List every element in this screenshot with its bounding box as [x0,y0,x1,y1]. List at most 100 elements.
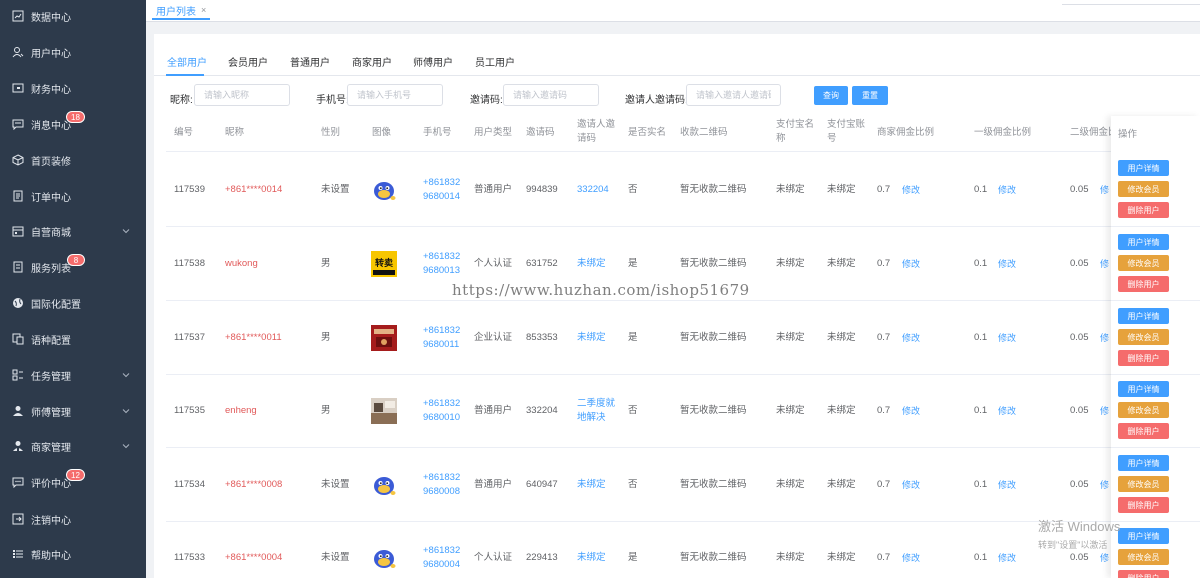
edit-member-button[interactable]: 修改会员 [1118,181,1169,197]
edit-level2-ratio-link[interactable]: 修 [1100,183,1109,196]
tab-member-users[interactable]: 会员用户 [228,54,268,69]
inviter-code[interactable]: 未绑定 [577,331,606,345]
edit-level2-ratio-link[interactable]: 修 [1100,404,1109,417]
user-detail-button[interactable]: 用户详情 [1118,160,1169,176]
sidebar-item-12[interactable]: 商家管理 [0,432,146,460]
inviter-line1: 未绑定 [577,479,606,490]
tab-user-list[interactable]: 用户列表 × [152,2,211,20]
phone-input[interactable] [347,84,443,106]
inviter-code[interactable]: 未绑定 [577,478,606,492]
edit-level1-ratio-link[interactable]: 修改 [998,404,1016,417]
edit-level1-ratio-link[interactable]: 修改 [998,478,1016,491]
sidebar-item-10[interactable]: 任务管理 [0,361,146,389]
sidebar-item-2[interactable]: 财务中心 [0,74,146,102]
edit-level2-ratio-link[interactable]: 修 [1100,551,1109,564]
chevron-down-icon[interactable] [122,407,130,415]
inviter-line1: 二季度就 [577,398,616,409]
level1-ratio: 0.1 [974,332,988,343]
edit-member-button[interactable]: 修改会员 [1118,402,1169,418]
edit-level1-ratio-link[interactable]: 修改 [998,331,1016,344]
delete-user-button[interactable]: 删除用户 [1118,570,1169,578]
reset-button[interactable]: 重置 [852,86,888,105]
sidebar-item-14[interactable]: 注销中心 [0,505,146,533]
chevron-down-icon[interactable] [122,371,130,379]
edit-member-button[interactable]: 修改会员 [1118,255,1169,271]
user-phone[interactable]: +861832 9680010 [423,397,460,425]
sidebar-item-0[interactable]: 数据中心 [0,2,146,30]
delete-user-button[interactable]: 删除用户 [1118,202,1169,218]
edit-member-button[interactable]: 修改会员 [1118,329,1169,345]
edit-level2-ratio-link[interactable]: 修 [1100,331,1109,344]
tab-master-users[interactable]: 师傅用户 [413,54,453,69]
user-detail-button[interactable]: 用户详情 [1118,381,1169,397]
close-icon[interactable]: × [201,5,206,15]
user-phone[interactable]: +861832 9680008 [423,471,460,499]
tab-normal-users[interactable]: 普通用户 [290,54,330,69]
delete-user-button[interactable]: 删除用户 [1118,423,1169,439]
globe-icon [12,297,24,309]
chevron-down-icon[interactable] [122,227,130,235]
sidebar-item-11[interactable]: 师傅管理 [0,397,146,425]
user-qrcode: 暂无收款二维码 [680,479,747,490]
user-phone[interactable]: +861832 9680004 [423,544,460,572]
delete-user-button[interactable]: 删除用户 [1118,350,1169,366]
sidebar-item-7[interactable]: 服务列表 8 [0,253,146,281]
user-phone[interactable]: +861832 9680013 [423,250,460,278]
edit-level1-ratio-link[interactable]: 修改 [998,257,1016,270]
inviter-code[interactable]: 未绑定 [577,257,606,271]
delete-user-button[interactable]: 删除用户 [1118,276,1169,292]
sidebar-item-6[interactable]: 自营商城 [0,217,146,245]
user-detail-button[interactable]: 用户详情 [1118,455,1169,471]
edit-level2-ratio-link[interactable]: 修 [1100,257,1109,270]
user-type: 企业认证 [474,332,513,343]
sidebar-item-label: 语种配置 [31,335,71,347]
user-phone[interactable]: +861832 9680011 [423,324,460,352]
edit-merchant-ratio-link[interactable]: 修改 [902,257,920,270]
user-nickname: wukong [225,258,258,269]
sidebar-item-4[interactable]: 首页装修 [0,146,146,174]
sidebar-item-15[interactable]: 帮助中心 [0,540,146,568]
user-alipay-name: 未绑定 [776,479,805,490]
user-type: 普通用户 [474,405,513,416]
edit-merchant-ratio-link[interactable]: 修改 [902,551,920,564]
inviter-code[interactable]: 二季度就 地解决 [577,397,615,425]
inviter-code[interactable]: 332204 [577,183,609,197]
col-alipay-name: 支付宝名称 [776,118,814,146]
edit-merchant-ratio-link[interactable]: 修改 [902,478,920,491]
delete-user-button[interactable]: 删除用户 [1118,497,1169,513]
user-detail-button[interactable]: 用户详情 [1118,528,1169,544]
edit-member-button[interactable]: 修改会员 [1118,476,1169,492]
comment-icon [12,476,24,488]
edit-member-button[interactable]: 修改会员 [1118,549,1169,565]
edit-merchant-ratio-link[interactable]: 修改 [902,183,920,196]
tab-staff-users[interactable]: 员工用户 [475,54,515,69]
sidebar-item-8[interactable]: 国际化配置 [0,289,146,317]
edit-merchant-ratio-link[interactable]: 修改 [902,331,920,344]
user-alipay-name: 未绑定 [776,405,805,416]
tab-all-users[interactable]: 全部用户 [167,54,207,69]
edit-level1-ratio-link[interactable]: 修改 [998,183,1016,196]
nickname-input[interactable] [194,84,290,106]
user-detail-button[interactable]: 用户详情 [1118,234,1169,250]
user-nickname: +861****0011 [225,332,282,343]
search-button[interactable]: 查询 [814,86,848,105]
invite-code-input[interactable] [503,84,599,106]
phone-line2: 9680014 [423,191,460,202]
edit-merchant-ratio-link[interactable]: 修改 [902,404,920,417]
inviter-code-input[interactable] [686,84,781,106]
sidebar-item-1[interactable]: 用户中心 [0,38,146,66]
edit-level2-ratio-link[interactable]: 修 [1100,478,1109,491]
chevron-down-icon[interactable] [122,442,130,450]
user-alipay-account: 未绑定 [827,258,856,269]
inviter-code[interactable]: 未绑定 [577,551,606,565]
user-type: 个人认证 [474,552,513,563]
sidebar-item-9[interactable]: 语种配置 [0,325,146,353]
tab-merchant-users[interactable]: 商家用户 [352,54,392,69]
user-phone[interactable]: +861832 9680014 [423,176,460,204]
sidebar-item-5[interactable]: 订单中心 [0,182,146,210]
sidebar-item-13[interactable]: 评价中心 12 [0,468,146,496]
sidebar-item-3[interactable]: 消息中心 18 [0,110,146,138]
edit-level1-ratio-link[interactable]: 修改 [998,551,1016,564]
phone-line1: +861832 [423,545,461,556]
user-detail-button[interactable]: 用户详情 [1118,308,1169,324]
